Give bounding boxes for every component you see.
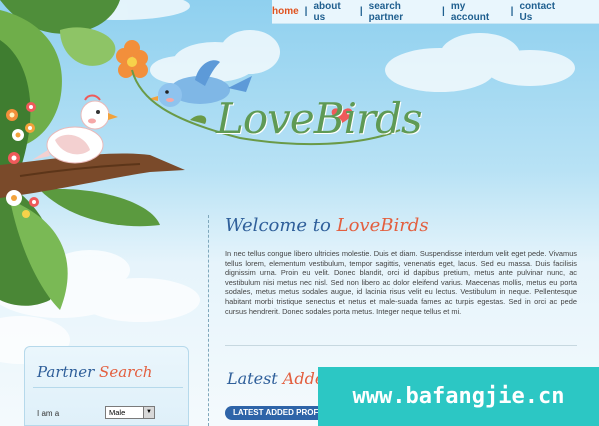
site-logo[interactable]: LoveBirds <box>216 94 423 143</box>
partner-title-accent: Search <box>99 363 153 381</box>
branch <box>0 153 185 198</box>
nav-separator: | <box>359 6 363 17</box>
nav-separator: | <box>304 6 308 17</box>
welcome-body-text: In nec tellus congue libero ultricies mo… <box>225 249 577 316</box>
gender-select-value: Male <box>109 408 126 417</box>
i-am-label: I am a <box>37 409 60 418</box>
nav-item-my-account[interactable]: my account <box>451 1 505 23</box>
partner-search-title: Partner Search <box>37 363 152 381</box>
partner-title-prefix: Partner <box>37 363 100 381</box>
nav-separator: | <box>510 6 514 17</box>
latest-prefix: Latest <box>227 369 283 388</box>
top-navigation: home | about us | search partner | my ac… <box>272 0 599 24</box>
nav-separator: | <box>442 6 445 17</box>
nav-item-contact-us[interactable]: contact Us <box>519 1 569 23</box>
welcome-accent: LoveBirds <box>336 215 429 236</box>
welcome-prefix: Welcome to <box>225 215 337 236</box>
partner-search-box: Partner Search I am a Male ▼ <box>24 346 189 426</box>
divider <box>33 387 183 388</box>
chevron-down-icon[interactable]: ▼ <box>143 407 154 418</box>
nav-item-about-us[interactable]: about us <box>313 1 353 23</box>
divider <box>225 345 577 346</box>
latest-heading: Latest Adde <box>227 369 324 388</box>
nav-item-home[interactable]: home <box>272 6 299 17</box>
nav-item-search-partner[interactable]: search partner <box>369 1 436 23</box>
gender-select[interactable]: Male ▼ <box>105 406 155 419</box>
watermark-banner: www.bafangjie.cn <box>318 367 599 426</box>
welcome-heading: Welcome to LoveBirds <box>225 215 429 236</box>
